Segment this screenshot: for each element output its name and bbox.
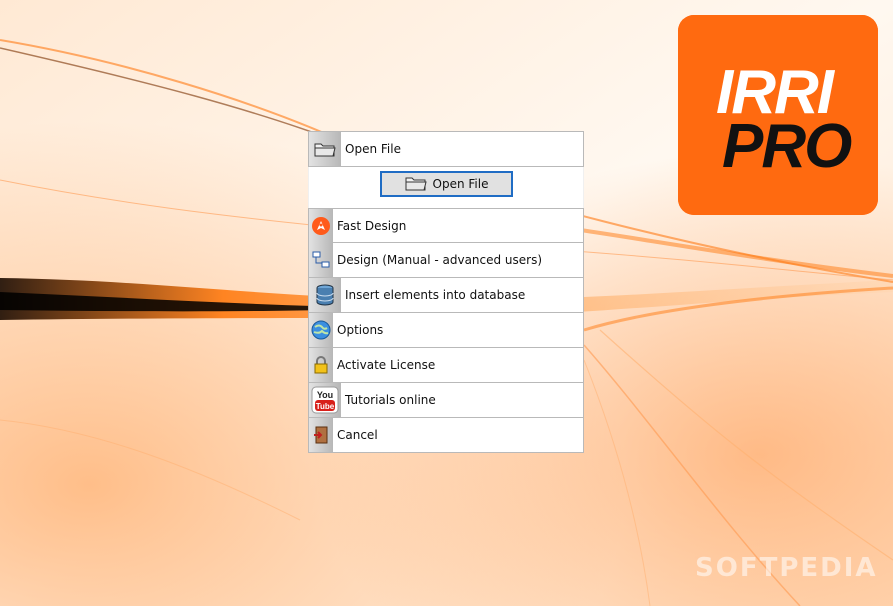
- menu-item-label: Tutorials online: [345, 393, 436, 407]
- menu-item-label: Insert elements into database: [345, 288, 526, 302]
- menu-item-options[interactable]: Options: [308, 313, 584, 348]
- menu-item-activate-license[interactable]: Activate License: [308, 348, 584, 383]
- menu-item-label: Design (Manual - advanced users): [337, 253, 543, 267]
- menu-item-cancel[interactable]: Cancel: [308, 418, 584, 453]
- menu-item-label: Cancel: [337, 428, 378, 442]
- design-diagram-icon: [309, 243, 333, 277]
- svg-text:You: You: [317, 390, 333, 400]
- folder-icon: [309, 132, 341, 166]
- menu-item-insert-elements[interactable]: Insert elements into database: [308, 278, 584, 313]
- rocket-icon: [309, 208, 333, 243]
- softpedia-watermark: SOFTPEDIA: [695, 553, 878, 583]
- irripro-logo: IRRI PRO: [678, 15, 878, 215]
- youtube-icon: You Tube: [309, 383, 341, 417]
- menu-item-label: Activate License: [337, 358, 436, 372]
- menu-item-label: Open File: [345, 142, 401, 156]
- menu-item-label: Fast Design: [337, 218, 407, 233]
- logo-line2: PRO: [722, 112, 852, 181]
- globe-icon: [309, 313, 333, 347]
- open-file-button[interactable]: Open File: [380, 171, 513, 197]
- open-file-button-label: Open File: [432, 177, 489, 191]
- menu-item-design-manual[interactable]: Design (Manual - advanced users): [308, 243, 584, 278]
- database-icon: [309, 278, 341, 312]
- exit-door-icon: [309, 418, 333, 452]
- menu-item-tutorials-online[interactable]: You Tube Tutorials online: [308, 383, 584, 418]
- folder-icon: [405, 175, 427, 194]
- open-file-panel: Open File: [308, 167, 584, 208]
- startup-menu: Open File Open File Fast Design Design (…: [308, 131, 584, 453]
- menu-item-fast-design[interactable]: Fast Design: [308, 208, 584, 243]
- svg-text:Tube: Tube: [316, 402, 335, 411]
- padlock-icon: [309, 348, 333, 382]
- menu-item-label: Options: [337, 323, 384, 337]
- menu-item-open-file[interactable]: Open File: [308, 131, 584, 167]
